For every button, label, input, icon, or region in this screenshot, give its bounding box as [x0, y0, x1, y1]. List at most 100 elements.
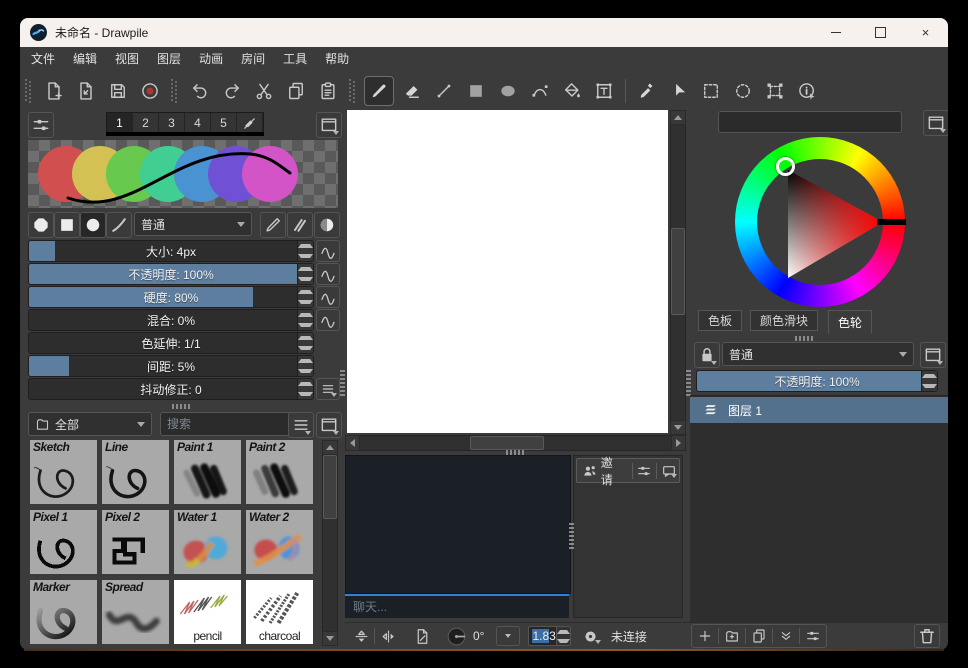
paste-button[interactable]: [314, 77, 342, 105]
draw-mode-button[interactable]: [260, 212, 286, 238]
palette-name-input[interactable]: [718, 111, 902, 133]
spinner[interactable]: [297, 287, 313, 307]
tab-色板[interactable]: 色板: [698, 310, 742, 331]
brush-preset[interactable]: Water 1: [174, 510, 241, 574]
canvas-vscrollbar-thumb[interactable]: [671, 228, 685, 315]
brush-preset[interactable]: Pixel 1: [30, 510, 97, 574]
lasso-selection-button[interactable]: [729, 77, 757, 105]
brush-slider[interactable]: 间距: 5%: [28, 355, 314, 377]
eraser-button[interactable]: [398, 77, 426, 105]
menu-item[interactable]: 动画: [190, 47, 232, 72]
chat-messages[interactable]: [345, 455, 571, 594]
copy-button[interactable]: [282, 77, 310, 105]
layer-blend-mode-select[interactable]: 普通: [722, 342, 914, 366]
curve-button[interactable]: [316, 263, 340, 285]
brush-slot-5[interactable]: 5: [211, 113, 237, 133]
tab-颜色滑块[interactable]: 颜色滑块: [750, 310, 818, 331]
toolbar-drag-handle[interactable]: [25, 79, 32, 103]
bezier-curve-button[interactable]: [526, 77, 554, 105]
dock-splitter-handle[interactable]: [795, 336, 813, 341]
canvas-hscrollbar-thumb[interactable]: [470, 436, 544, 450]
maximize-button[interactable]: [858, 18, 903, 47]
brush-preset[interactable]: Sketch: [30, 440, 97, 504]
curve-button[interactable]: [316, 309, 340, 331]
menu-item[interactable]: 工具: [274, 47, 316, 72]
layer-properties-button[interactable]: [800, 626, 826, 646]
scroll-up-button[interactable]: [670, 110, 686, 125]
open-file-button[interactable]: [72, 77, 100, 105]
menu-item[interactable]: 视图: [106, 47, 148, 72]
record-button[interactable]: [136, 77, 164, 105]
brush-slot-4[interactable]: 4: [185, 113, 211, 133]
brush-slider[interactable]: 不透明度: 100%: [28, 263, 314, 285]
scroll-right-button[interactable]: [671, 435, 686, 451]
new-file-button[interactable]: [40, 77, 68, 105]
hue-marker[interactable]: [776, 157, 795, 176]
brush-preview[interactable]: [28, 140, 338, 208]
flip-horizontal-button[interactable]: [378, 627, 398, 646]
preset-scrollbar-thumb[interactable]: [323, 455, 337, 519]
brush-shape-circle-button[interactable]: [80, 212, 106, 238]
brush-slot-3[interactable]: 3: [159, 113, 185, 133]
chat-userlist-splitter[interactable]: [569, 523, 574, 549]
menu-item[interactable]: 帮助: [316, 47, 358, 72]
brush-blend-mode-select[interactable]: 普通: [134, 212, 252, 236]
menu-item[interactable]: 房间: [232, 47, 274, 72]
scroll-down-button[interactable]: [670, 420, 686, 435]
spinner[interactable]: [297, 333, 313, 353]
tab-色轮[interactable]: 色轮: [828, 310, 872, 334]
add-layer-button[interactable]: [692, 626, 718, 646]
titlebar[interactable]: 未命名 - Drawpile ×: [20, 18, 948, 47]
brush-slider[interactable]: 抖动修正: 0: [28, 378, 314, 400]
zoom-spinbox[interactable]: 1.83: [528, 626, 570, 646]
curve-button[interactable]: [316, 240, 340, 262]
brush-preset[interactable]: pencil: [174, 580, 241, 644]
brush-shape-stroke-button[interactable]: [106, 212, 132, 238]
preset-filter-select[interactable]: 全部: [28, 412, 152, 436]
brush-shape-square-button[interactable]: [54, 212, 80, 238]
smudge-mode-button[interactable]: [314, 212, 340, 238]
brush-slot-eraser[interactable]: [237, 113, 263, 133]
menu-item[interactable]: 文件: [22, 47, 64, 72]
brush-preset[interactable]: Paint 2: [246, 440, 313, 504]
brush-slot-1[interactable]: 1: [107, 113, 133, 133]
preset-menu-button[interactable]: [288, 412, 314, 438]
preset-dock-panel-button[interactable]: [316, 412, 342, 438]
chat-options-button[interactable]: [659, 461, 679, 480]
layer-row[interactable]: 图层 1: [690, 397, 948, 423]
brush-shape-blob-button[interactable]: [28, 212, 54, 238]
cut-button[interactable]: [250, 77, 278, 105]
dock-splitter-handle[interactable]: [686, 370, 691, 396]
session-settings-button[interactable]: [634, 461, 654, 480]
spinner[interactable]: [297, 379, 313, 399]
menu-item[interactable]: 编辑: [64, 47, 106, 72]
toolbar-drag-handle[interactable]: [171, 79, 178, 103]
brush-preset[interactable]: charcoal: [246, 580, 313, 644]
brush-slider[interactable]: 硬度: 80%: [28, 286, 314, 308]
freehand-brush-button[interactable]: [364, 76, 394, 106]
delete-layer-button[interactable]: [914, 624, 940, 648]
brush-settings-button[interactable]: [28, 112, 54, 138]
slider-menu-button[interactable]: [316, 378, 340, 400]
reset-view-button[interactable]: [412, 627, 432, 646]
brush-preset[interactable]: Water 2: [246, 510, 313, 574]
brush-preset[interactable]: Paint 1: [174, 440, 241, 504]
flood-fill-button[interactable]: [558, 77, 586, 105]
rect-selection-button[interactable]: [697, 77, 725, 105]
transform-button[interactable]: [761, 77, 789, 105]
layer-opacity-slider[interactable]: 不透明度: 100%: [696, 370, 938, 392]
spinner[interactable]: [297, 241, 313, 261]
redo-button[interactable]: [218, 77, 246, 105]
dock-splitter-handle[interactable]: [172, 404, 190, 409]
color-dock-panel-button[interactable]: [923, 110, 948, 136]
brush-preset[interactable]: Line: [102, 440, 169, 504]
spinner[interactable]: [297, 356, 313, 376]
close-button[interactable]: ×: [903, 18, 948, 47]
save-button[interactable]: [104, 77, 132, 105]
rotation-dial[interactable]: [444, 627, 468, 646]
invite-button[interactable]: 邀请: [577, 459, 630, 482]
brush-preset[interactable]: Pixel 2: [102, 510, 169, 574]
zoom-preset-dropdown[interactable]: [496, 626, 520, 646]
brush-slider[interactable]: 色延伸: 1/1: [28, 332, 314, 354]
duplicate-layer-button[interactable]: [746, 626, 772, 646]
